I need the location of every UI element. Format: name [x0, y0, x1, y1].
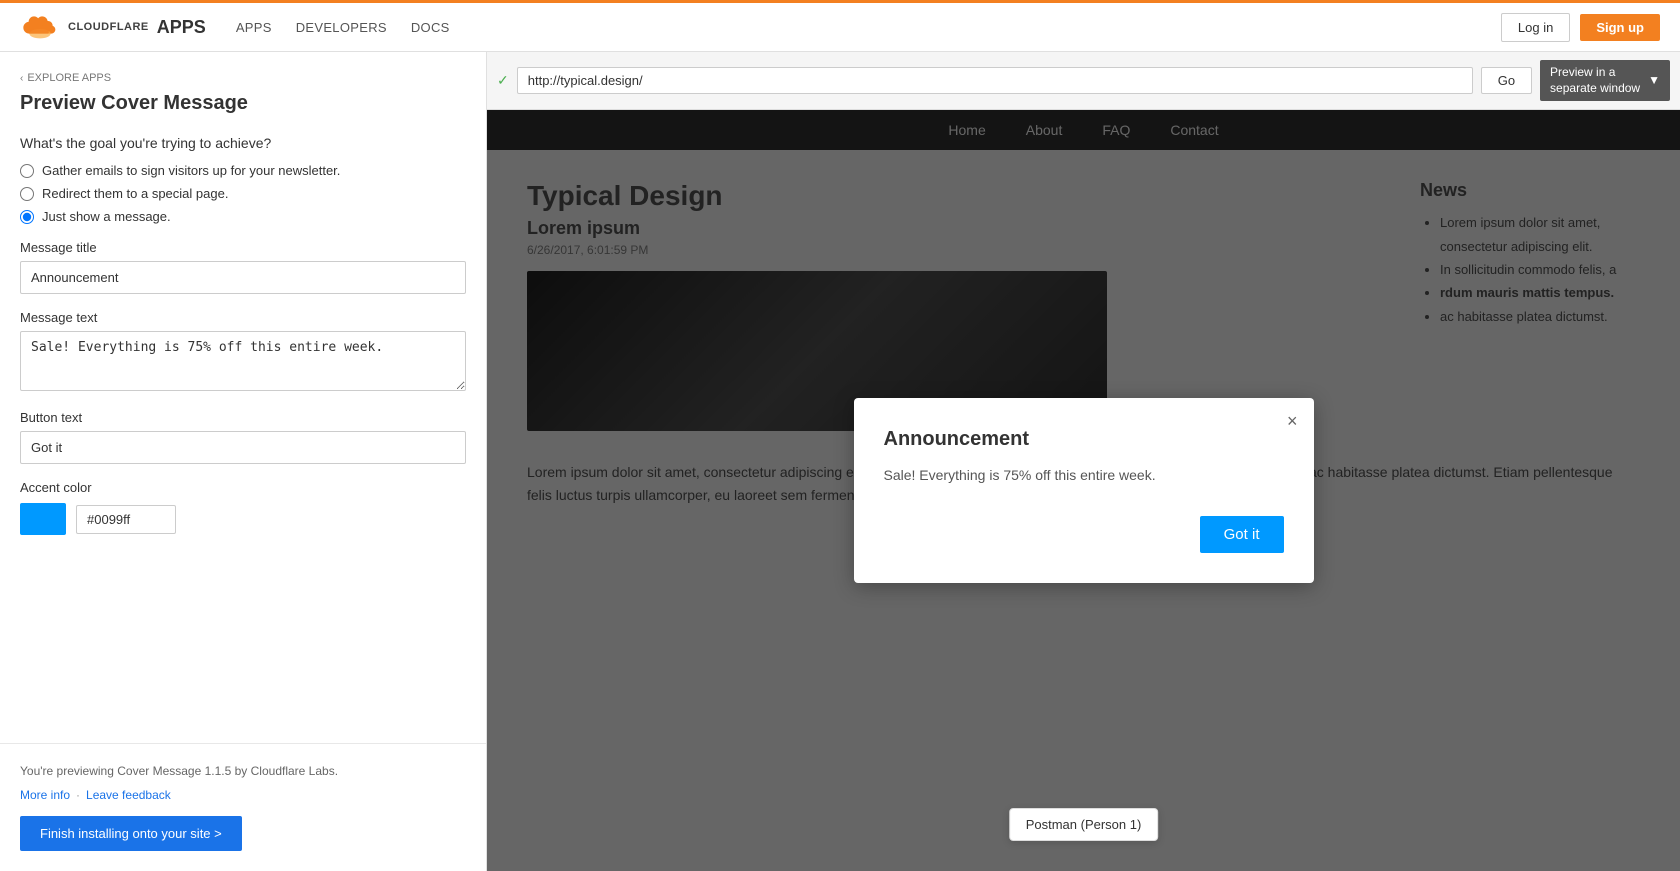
preview-window-chevron-icon: ▼: [1648, 73, 1660, 89]
go-button[interactable]: Go: [1481, 67, 1532, 94]
modal-got-it-button[interactable]: Got it: [1200, 516, 1284, 553]
leave-feedback-link[interactable]: Leave feedback: [86, 788, 171, 802]
color-hex-input[interactable]: [76, 505, 176, 534]
dot-separator: ·: [76, 788, 80, 802]
bottom-links: More info · Leave feedback: [20, 788, 466, 802]
announcement-modal: × Announcement Sale! Everything is 75% o…: [854, 398, 1314, 583]
url-check-icon: ✓: [497, 72, 509, 89]
accent-color-label: Accent color: [20, 480, 466, 495]
more-info-link[interactable]: More info: [20, 788, 70, 802]
website-preview: Home About FAQ Contact Typical Design Lo…: [487, 110, 1680, 871]
radio-show-message-input[interactable]: [20, 210, 34, 224]
nav-auth: Log in Sign up: [1501, 13, 1660, 42]
nav-apps[interactable]: APPS: [236, 20, 272, 35]
chevron-left-icon: ‹: [20, 73, 23, 84]
color-swatch[interactable]: [20, 503, 66, 535]
preview-window-button[interactable]: Preview in aseparate window ▼: [1540, 60, 1670, 101]
message-title-label: Message title: [20, 240, 466, 255]
overlay: × Announcement Sale! Everything is 75% o…: [487, 110, 1680, 871]
button-text-label: Button text: [20, 410, 466, 425]
cloudflare-logo: CLOUDFLARE: [20, 15, 149, 39]
message-text-label: Message text: [20, 310, 466, 325]
radio-gather-emails-label: Gather emails to sign visitors up for yo…: [42, 163, 340, 178]
preview-window-label: Preview in aseparate window: [1550, 65, 1640, 96]
preview-note: You're previewing Cover Message 1.1.5 by…: [20, 764, 466, 778]
message-text-input[interactable]: Sale! Everything is 75% off this entire …: [20, 331, 466, 391]
nav-developers[interactable]: DEVELOPERS: [296, 20, 387, 35]
top-navigation: CLOUDFLARE APPS APPS DEVELOPERS DOCS Log…: [0, 0, 1680, 52]
explore-apps-label: EXPLORE APPS: [27, 72, 111, 84]
left-bottom: You're previewing Cover Message 1.1.5 by…: [0, 743, 486, 871]
preview-label: Preview: [20, 92, 101, 114]
accent-color-row: [20, 503, 466, 535]
radio-redirect-label: Redirect them to a special page.: [42, 186, 228, 201]
message-title-input[interactable]: [20, 261, 466, 294]
nav-links: APPS DEVELOPERS DOCS: [236, 20, 1501, 35]
left-content: ‹ EXPLORE APPS Preview Cover Message Wha…: [0, 52, 486, 743]
browser-bar: ✓ Go Preview in aseparate window ▼: [487, 52, 1680, 110]
modal-title: Announcement: [884, 428, 1284, 451]
radio-gather-emails-input[interactable]: [20, 164, 34, 178]
right-panel: ✓ Go Preview in aseparate window ▼ Home …: [487, 52, 1680, 871]
url-input[interactable]: [517, 67, 1473, 94]
button-text-input[interactable]: [20, 431, 466, 464]
modal-footer: Got it: [884, 516, 1284, 553]
modal-text: Sale! Everything is 75% off this entire …: [884, 465, 1284, 486]
goal-question: What's the goal you're trying to achieve…: [20, 135, 466, 151]
radio-redirect-input[interactable]: [20, 187, 34, 201]
person-tooltip: Postman (Person 1): [1009, 808, 1159, 841]
signup-button[interactable]: Sign up: [1580, 14, 1660, 41]
logo-area: CLOUDFLARE APPS: [20, 15, 206, 39]
radio-gather-emails[interactable]: Gather emails to sign visitors up for yo…: [20, 163, 466, 178]
left-panel: ‹ EXPLORE APPS Preview Cover Message Wha…: [0, 52, 487, 871]
modal-close-button[interactable]: ×: [1287, 412, 1298, 430]
main-layout: ‹ EXPLORE APPS Preview Cover Message Wha…: [0, 52, 1680, 871]
page-title: Preview Cover Message: [20, 92, 466, 115]
cloudflare-text: CLOUDFLARE: [68, 21, 149, 33]
radio-show-message-label: Just show a message.: [42, 209, 171, 224]
login-button[interactable]: Log in: [1501, 13, 1570, 42]
app-name-text: Cover Message: [101, 92, 248, 114]
radio-redirect[interactable]: Redirect them to a special page.: [20, 186, 466, 201]
nav-docs[interactable]: DOCS: [411, 20, 450, 35]
finish-install-button[interactable]: Finish installing onto your site >: [20, 816, 242, 851]
radio-show-message[interactable]: Just show a message.: [20, 209, 466, 224]
explore-apps-breadcrumb[interactable]: ‹ EXPLORE APPS: [20, 72, 466, 84]
apps-title: APPS: [157, 17, 206, 38]
cloudflare-cloud-icon: [20, 15, 60, 39]
